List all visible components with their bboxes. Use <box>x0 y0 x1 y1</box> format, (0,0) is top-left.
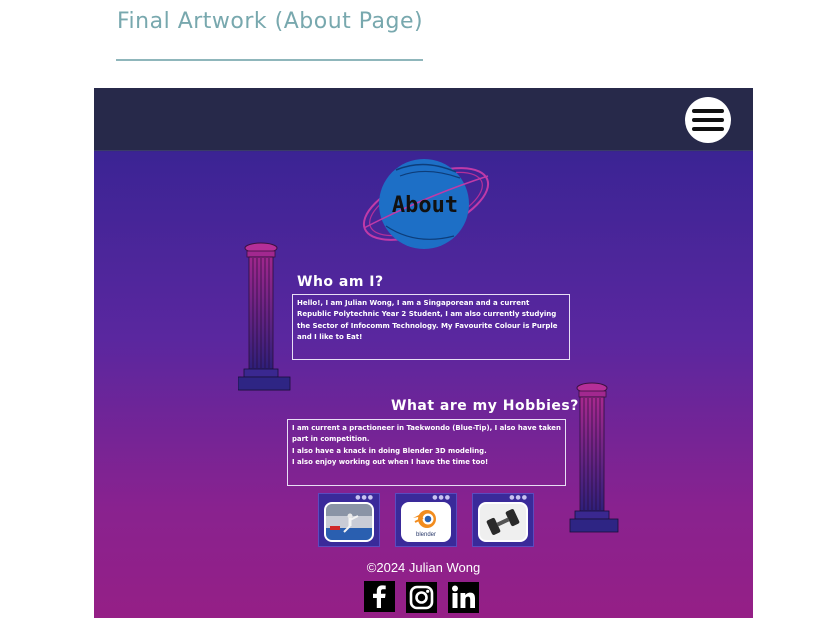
left-pillar <box>238 242 291 391</box>
taekwondo-image <box>324 502 374 542</box>
instagram-icon[interactable] <box>406 582 437 613</box>
hobbies-box: I am current a practioneer in Taekwondo … <box>287 419 566 486</box>
page-heading: Final Artwork (About Page) <box>117 9 424 34</box>
hobby-card-taekwondo: ●●● <box>318 493 380 547</box>
heading-underline <box>116 59 423 61</box>
hobby-card-dumbbell: ●●● <box>472 493 534 547</box>
who-am-i-box: Hello!, I am Julian Wong, I am a Singapo… <box>292 294 570 360</box>
who-am-i-title: Who am I? <box>297 274 384 290</box>
hamburger-menu-icon[interactable] <box>685 97 731 143</box>
hobby-card-blender: ●●● blender <box>395 493 457 547</box>
top-navbar <box>94 88 753 151</box>
hobby-line: I am current a practioneer in Taekwondo … <box>292 424 561 444</box>
copyright-text: ©2024 Julian Wong <box>366 560 481 575</box>
card-dots: ●●● <box>509 494 528 501</box>
card-dots: ●●● <box>432 494 451 501</box>
hobby-line: I also have a knack in doing Blender 3D … <box>292 446 487 455</box>
blender-logo: blender <box>401 502 451 542</box>
dumbbell-image <box>478 502 528 542</box>
facebook-icon[interactable] <box>364 581 395 612</box>
who-am-i-text: Hello!, I am Julian Wong, I am a Singapo… <box>297 299 558 342</box>
artwork-screenshot: About Who am I? Hello!, I am Julian Wong… <box>94 88 753 618</box>
about-logo: About <box>362 159 490 249</box>
blender-caption: blender <box>416 532 436 538</box>
card-dots: ●●● <box>355 494 374 501</box>
about-logo-text: About <box>392 193 458 218</box>
linkedin-icon[interactable] <box>448 582 479 613</box>
hobby-line: I also enjoy working out when I have the… <box>292 458 489 467</box>
hobbies-title: What are my Hobbies? <box>391 398 579 414</box>
